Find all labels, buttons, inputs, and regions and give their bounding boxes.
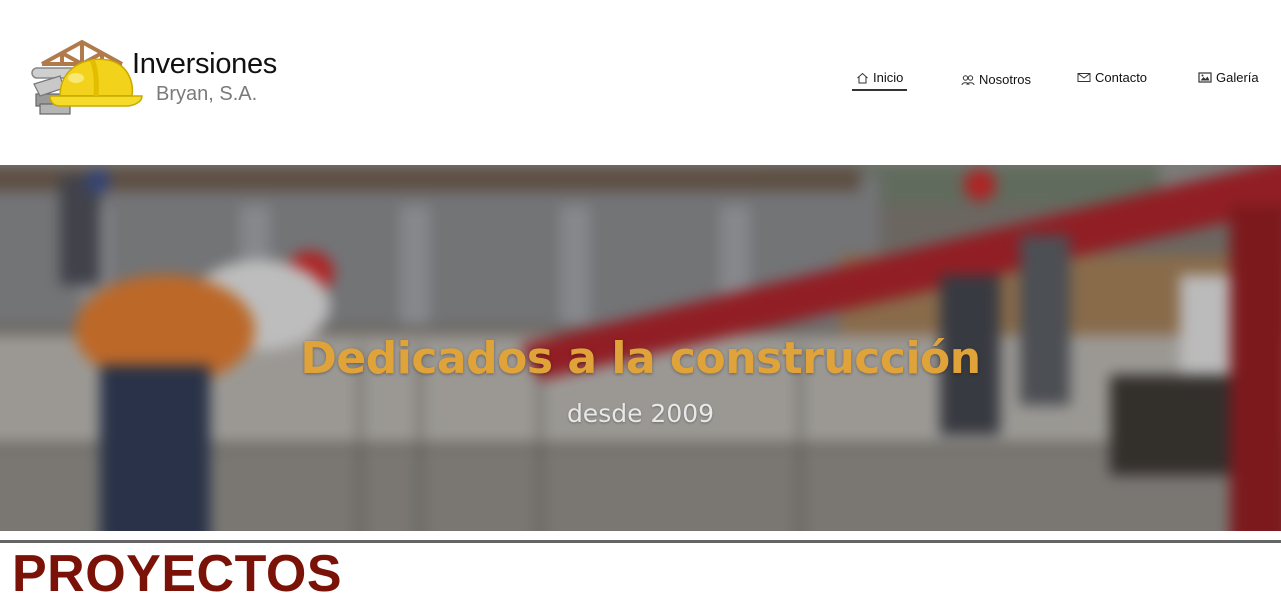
site-header: Inversiones Bryan, S.A. Inicio Nosotros … (0, 0, 1281, 165)
envelope-icon (1077, 73, 1091, 82)
nav-label-galeria: Galería (1216, 70, 1259, 85)
nav-item-nosotros[interactable]: Nosotros (957, 72, 1035, 91)
nav-label-nosotros: Nosotros (979, 72, 1032, 87)
nav-label-contacto: Contacto (1095, 70, 1148, 85)
section-title-proyectos: PROYECTOS (12, 545, 343, 603)
nav-item-contacto[interactable]: Contacto (1073, 70, 1151, 89)
picture-icon (1198, 72, 1212, 83)
nav-item-galeria[interactable]: Galería (1194, 70, 1263, 89)
section-divider (0, 540, 1281, 543)
nav-label-inicio: Inicio (873, 70, 904, 85)
hero-title: Dedicados a la construcción (300, 333, 981, 384)
home-icon (857, 72, 868, 83)
users-icon (961, 74, 975, 85)
hero-banner: Dedicados a la construcción desde 2009 (0, 165, 1281, 531)
hero-subtitle: desde 2009 (566, 399, 715, 428)
main-nav: Inicio Nosotros Contacto Galería (0, 70, 1281, 94)
nav-item-inicio[interactable]: Inicio (852, 70, 908, 91)
